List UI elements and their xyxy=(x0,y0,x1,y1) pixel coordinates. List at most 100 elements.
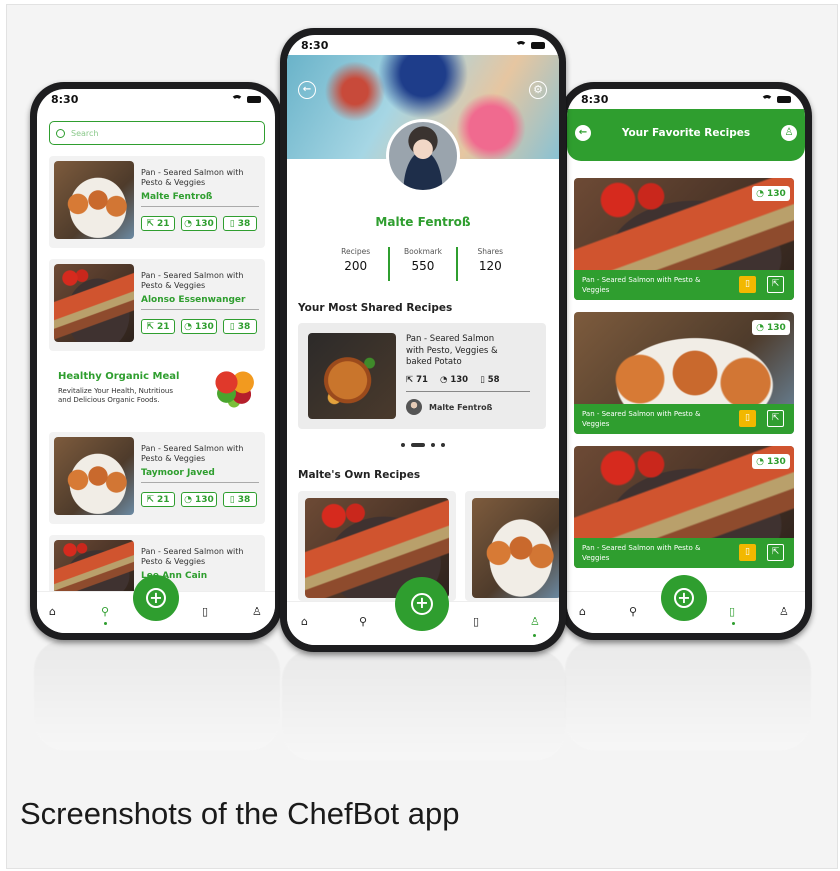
time-badge: ◔ 130 xyxy=(752,454,790,469)
search-icon[interactable]: ⚲ xyxy=(629,605,637,618)
search-input[interactable]: Search xyxy=(49,121,265,145)
search-icon[interactable]: ⚲ xyxy=(101,605,109,618)
section-heading: Your Most Shared Recipes xyxy=(298,302,453,314)
time-pill[interactable]: ◔ 130 xyxy=(181,216,217,231)
time-pill[interactable]: ◔ 130 xyxy=(181,319,217,334)
status-time: 8:30 xyxy=(301,38,329,52)
section-heading: Malte's Own Recipes xyxy=(298,469,421,481)
search-screen: 8:30 Search Pan - Seared Salmon with Pes… xyxy=(37,89,275,633)
bookmark-pill[interactable]: ▯ 38 xyxy=(223,492,257,507)
share-button[interactable]: ⇱ xyxy=(767,410,784,427)
profile-icon[interactable]: ♙ xyxy=(530,615,540,628)
phone-profile-screen: 8:30 ← ⚙ Malte Fentroß Recipes 200 Bookma… xyxy=(280,28,566,652)
wifi-icon xyxy=(761,95,773,103)
shares-pill[interactable]: ⇱ 21 xyxy=(141,492,175,507)
bookmark-icon: ▯ xyxy=(229,494,235,505)
time-badge: ◔ 130 xyxy=(752,186,790,201)
shares-pill[interactable]: ⇱ 21 xyxy=(141,319,175,334)
avatar xyxy=(386,119,460,193)
timer-icon: ◔ xyxy=(184,218,193,229)
profile-icon[interactable]: ♙ xyxy=(779,605,789,618)
heart-veggies-image xyxy=(209,367,259,411)
bookmark-pill[interactable]: ▯ 38 xyxy=(223,216,257,231)
favorite-card[interactable]: ◔ 130 Pan - Seared Salmon with Pesto & Ve… xyxy=(574,446,794,568)
bookmark-button[interactable]: ▯ xyxy=(739,544,756,561)
bookmarks-icon[interactable]: ▯ xyxy=(473,615,479,628)
phone-reflection xyxy=(565,640,811,750)
recipe-title: Pan - Seared Salmon with Pesto & Veggies xyxy=(582,544,701,562)
bookmarks-stat: ▯ 58 xyxy=(480,375,500,385)
recipe-card[interactable]: Pan - Seared Salmon with Pesto & Veggies… xyxy=(49,259,265,351)
settings-icon[interactable]: ⚙ xyxy=(529,81,547,99)
favorite-card[interactable]: ◔ 130 Pan - Seared Salmon with Pesto & Ve… xyxy=(574,312,794,434)
recipe-title: Pan - Seared Salmon with Pesto & Veggies xyxy=(141,444,244,463)
recipe-author: Taymoor Javed xyxy=(141,468,215,478)
wifi-icon xyxy=(231,95,243,103)
bookmark-pill[interactable]: ▯ 38 xyxy=(223,319,257,334)
status-bar: 8:30 xyxy=(37,89,275,109)
shares-stat: ⇱ 71 xyxy=(406,375,428,385)
bookmark-icon: ▯ xyxy=(229,321,235,332)
own-recipe-card[interactable] xyxy=(465,491,559,601)
recipe-image xyxy=(308,333,396,419)
timer-icon: ◔ xyxy=(184,494,193,505)
home-icon[interactable]: ⌂ xyxy=(301,615,308,628)
phone-reflection xyxy=(282,650,566,760)
share-button[interactable]: ⇱ xyxy=(767,544,784,561)
recipe-author: Malte Fentroß xyxy=(429,403,493,412)
recipe-card[interactable]: Pan - Seared Salmon with Pesto & Veggies… xyxy=(49,156,265,248)
recipe-author: Malte Fentroß xyxy=(141,192,213,202)
active-indicator xyxy=(533,634,536,637)
battery-icon xyxy=(777,95,791,103)
timer-icon: ◔ xyxy=(756,188,765,199)
time-badge: ◔ 130 xyxy=(752,320,790,335)
share-button[interactable]: ⇱ xyxy=(767,276,784,293)
phone-search-screen: 8:30 Search Pan - Seared Salmon with Pes… xyxy=(30,82,282,640)
recipe-title: Pan - Seared Salmon with Pesto & Veggies xyxy=(582,410,701,428)
promo-banner[interactable]: Healthy Organic Meal Revitalize Your Hea… xyxy=(49,359,265,421)
time-pill[interactable]: ◔ 130 xyxy=(181,492,217,507)
bookmark-button[interactable]: ▯ xyxy=(739,410,756,427)
add-recipe-button[interactable]: + xyxy=(133,575,179,621)
battery-icon xyxy=(531,41,545,49)
active-indicator xyxy=(732,622,735,625)
bookmarks-icon[interactable]: ▯ xyxy=(729,605,735,618)
carousel-dots[interactable] xyxy=(287,443,559,447)
bookmark-button[interactable]: ▯ xyxy=(739,276,756,293)
bookmarks-icon[interactable]: ▯ xyxy=(202,605,208,618)
share-icon: ⇱ xyxy=(146,494,154,505)
add-recipe-button[interactable]: + xyxy=(661,575,707,621)
home-icon[interactable]: ⌂ xyxy=(49,605,56,618)
timer-icon: ◔ xyxy=(439,375,451,385)
status-time: 8:30 xyxy=(581,92,609,106)
promo-text: Revitalize Your Health, Nutritious and D… xyxy=(58,387,173,404)
promo-title: Healthy Organic Meal xyxy=(58,371,180,382)
search-icon xyxy=(56,128,65,138)
recipe-title: Pan - Seared Salmon with Pesto & Veggies xyxy=(141,271,244,290)
profile-icon[interactable]: ♙ xyxy=(781,125,797,141)
recipe-image xyxy=(54,540,134,595)
favorite-card[interactable]: ◔ 130 Pan - Seared Salmon with Pesto & Ve… xyxy=(574,178,794,300)
home-icon[interactable]: ⌂ xyxy=(579,605,586,618)
timer-icon: ◔ xyxy=(756,322,765,333)
recipe-image xyxy=(472,498,559,598)
avatar xyxy=(406,399,422,415)
recipe-card[interactable]: Pan - Seared Salmon with Pesto & Veggies… xyxy=(49,432,265,524)
wifi-icon xyxy=(515,41,527,49)
profile-stats: Recipes 200 Bookmark 550 Shares 120 xyxy=(323,247,523,281)
add-recipe-button[interactable]: + xyxy=(395,577,449,631)
share-icon: ⇱ xyxy=(146,218,154,229)
figure-caption: Screenshots of the ChefBot app xyxy=(20,796,460,831)
shared-recipe-card[interactable]: Pan - Seared Salmon with Pesto, Veggies … xyxy=(298,323,546,429)
battery-icon xyxy=(247,95,261,103)
search-placeholder: Search xyxy=(71,128,99,138)
phone-reflection xyxy=(34,640,280,750)
search-icon[interactable]: ⚲ xyxy=(359,615,367,628)
recipe-title: Pan - Seared Salmon with Pesto & Veggies xyxy=(141,168,244,187)
recipe-image xyxy=(54,264,134,342)
profile-icon[interactable]: ♙ xyxy=(252,605,262,618)
back-icon[interactable]: ← xyxy=(298,81,316,99)
page-title: Your Favorite Recipes xyxy=(621,127,751,139)
share-icon: ⇱ xyxy=(406,375,417,385)
shares-pill[interactable]: ⇱ 21 xyxy=(141,216,175,231)
